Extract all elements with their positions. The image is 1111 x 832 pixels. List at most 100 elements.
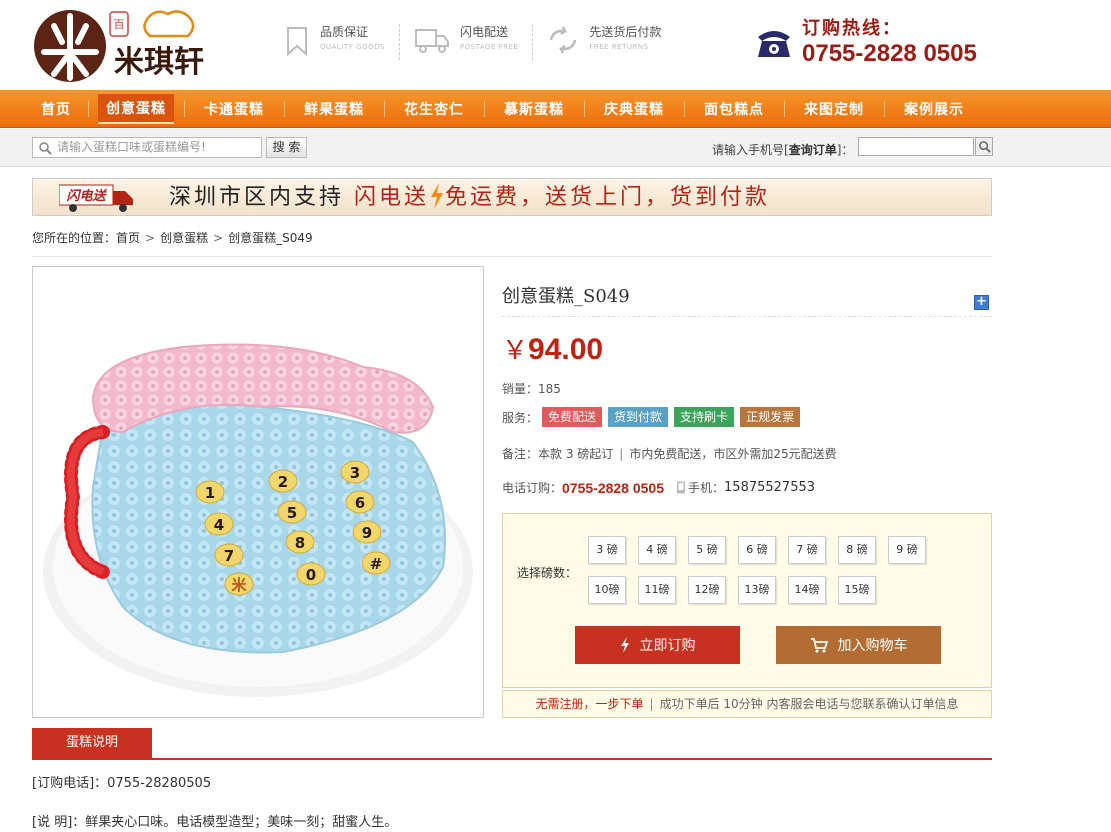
search-placeholder: 请输入蛋糕口味或蛋糕编号! [57, 140, 206, 154]
buy-now-button[interactable]: 立即订购 [575, 626, 740, 664]
exchange-icon [550, 26, 577, 54]
svg-text:2: 2 [278, 473, 288, 491]
svg-text:米琪轩: 米琪轩 [114, 45, 204, 80]
hotline: 订购热线： 0755-2828 0505 [754, 18, 977, 68]
order-box: 选择磅数： 3 磅 4 磅 5 磅 6 磅 7 磅 8 磅 9 磅 10磅 11… [502, 513, 992, 688]
product-image[interactable]: 1 2 3 4 5 6 7 8 9 米 0 # [32, 266, 484, 718]
hotline-label: 订购热线： [802, 18, 902, 39]
order-phone: 0755-2828 0505 [562, 479, 665, 496]
nav-item-bakery[interactable]: 面包糕点 [684, 90, 784, 128]
svg-text:8: 8 [295, 534, 305, 552]
sales-count: 185 [538, 382, 561, 396]
size-option-7[interactable]: 7 磅 [788, 536, 826, 564]
size-label: 选择磅数： [517, 566, 578, 580]
nav-item-home[interactable]: 首页 [24, 90, 88, 128]
feature-title: 先送货后付款 [589, 25, 662, 39]
size-option-8[interactable]: 8 磅 [838, 536, 876, 564]
size-option-15[interactable]: 15磅 [838, 576, 876, 604]
size-option-11[interactable]: 11磅 [638, 576, 676, 604]
svg-text:4: 4 [214, 516, 224, 534]
tab-cake-description[interactable]: 蛋糕说明 [32, 728, 152, 758]
feature-title: 品质保证 [320, 25, 369, 39]
delivery-banner: 闪电送 深圳市区内支持 闪电送 免运费，送货上门，货到付款 [32, 178, 992, 216]
lightning-icon [431, 183, 444, 209]
feature-subtitle: QUALITY GOODS [320, 43, 385, 51]
hotline-number: 0755-2828 0505 [802, 40, 977, 67]
svg-text:闪电送: 闪电送 [66, 188, 107, 204]
phone-row: 电话订购： 0755-2828 0505 手机： 15875527553 [502, 479, 816, 496]
svg-text:百: 百 [114, 18, 125, 31]
service-tag-free-delivery: 免费配送 [542, 407, 603, 427]
svg-text:3: 3 [350, 464, 360, 482]
size-option-3[interactable]: 3 磅 [588, 536, 626, 564]
order-query-label: 请输入手机号[查询订单]： [712, 143, 854, 157]
expand-icon[interactable]: + [974, 295, 989, 310]
search-button[interactable]: 搜 索 [266, 137, 307, 158]
cake-image: 1 2 3 4 5 6 7 8 9 米 0 # [43, 343, 473, 697]
order-query-button[interactable] [975, 137, 993, 156]
nav-item-fruit-cake[interactable]: 鲜果蛋糕 [284, 90, 384, 128]
description-phone: [订购电话]：0755-28280505 [32, 776, 212, 791]
size-option-4[interactable]: 4 磅 [638, 536, 676, 564]
nav-item-mousse-cake[interactable]: 慕斯蛋糕 [484, 90, 584, 128]
size-option-6[interactable]: 6 磅 [738, 536, 776, 564]
feature-payment: 先送货后付款 FREE RETURNS [547, 24, 675, 60]
service-tag-card: 支持刷卡 [674, 407, 735, 427]
size-option-12[interactable]: 12磅 [688, 576, 726, 604]
mobile-icon [677, 481, 686, 494]
feature-title: 闪电配送 [459, 25, 508, 39]
banner-text: 深圳市区内支持 闪电送 免运费，送货上门，货到付款 [169, 183, 771, 210]
svg-text:6: 6 [355, 494, 365, 512]
site-header: 百 米琪轩 品质保证 QUALITY GOODS 闪电配送 POSTAGE FREE… [0, 0, 1111, 90]
main-nav: 首页 创意蛋糕 卡通蛋糕 鲜果蛋糕 花生杏仁 慕斯蛋糕 庆典蛋糕 面包糕点 来图… [0, 90, 1111, 128]
size-option-13[interactable]: 13磅 [738, 576, 776, 604]
brand-logo[interactable]: 百 米琪轩 [32, 6, 237, 84]
size-option-10[interactable]: 10磅 [588, 576, 626, 604]
search-input[interactable]: 请输入蛋糕口味或蛋糕编号! [32, 137, 262, 158]
service-tag-invoice: 正规发票 [740, 407, 801, 427]
size-option-5[interactable]: 5 磅 [688, 536, 726, 564]
add-to-cart-button[interactable]: 加入购物车 [776, 626, 941, 664]
feature-quality: 品质保证 QUALITY GOODS [284, 24, 400, 60]
search-icon [979, 141, 991, 153]
svg-text:1: 1 [205, 484, 215, 502]
size-option-14[interactable]: 14磅 [788, 576, 826, 604]
svg-text:9: 9 [362, 524, 372, 542]
feature-subtitle: FREE RETURNS [589, 43, 649, 51]
svg-text:0: 0 [306, 566, 316, 584]
service-tag-cod: 货到付款 [608, 407, 669, 427]
nav-item-celebration-cake[interactable]: 庆典蛋糕 [584, 90, 684, 128]
feature-subtitle: POSTAGE FREE [459, 43, 519, 51]
svg-text:#: # [370, 555, 383, 573]
cart-icon [810, 638, 828, 653]
product-title: 创意蛋糕_S049 [502, 286, 630, 307]
note-row: 备注：本款 3 磅起订 | 市内免费配送，市区外需加25元配送费 [502, 447, 837, 461]
sales-row: 销量：185 [502, 382, 561, 396]
delivery-truck-icon: 闪电送 [59, 184, 133, 212]
breadcrumb-current: 创意蛋糕_S049 [228, 231, 313, 245]
order-note: 无需注册，一步下单 | 成功下单后 10分钟 内客服会电话与您联系确认订单信息 [502, 690, 992, 718]
order-query-input[interactable] [858, 137, 974, 156]
breadcrumb: 您所在的位置：首页 > 创意蛋糕 > 创意蛋糕_S049 [32, 229, 992, 257]
svg-text:米: 米 [231, 576, 247, 594]
breadcrumb-category[interactable]: 创意蛋糕 [160, 231, 208, 245]
search-bar: 请输入蛋糕口味或蛋糕编号! 搜 索 请输入手机号[查询订单]： [0, 129, 1111, 167]
truck-icon [414, 29, 449, 53]
size-option-9[interactable]: 9 磅 [888, 536, 926, 564]
telephone-icon [758, 31, 790, 57]
service-features: 品质保证 QUALITY GOODS 闪电配送 POSTAGE FREE 先送货后付… [284, 24, 689, 60]
mobile-number: 15875527553 [724, 480, 816, 495]
nav-item-cases[interactable]: 案例展示 [884, 90, 984, 128]
product-price: ￥94.00 [502, 333, 604, 366]
svg-text:5: 5 [287, 504, 297, 522]
nav-item-peanut-almond[interactable]: 花生杏仁 [384, 90, 484, 128]
feature-delivery: 闪电配送 POSTAGE FREE [414, 24, 534, 60]
bookmark-icon [287, 27, 307, 56]
nav-item-cartoon-cake[interactable]: 卡通蛋糕 [184, 90, 284, 128]
breadcrumb-home[interactable]: 首页 [116, 231, 140, 245]
lightning-icon [620, 637, 629, 653]
svg-text:7: 7 [224, 547, 234, 565]
nav-item-creative-cake[interactable]: 创意蛋糕 [88, 90, 184, 128]
service-row: 服务： 免费配送 货到付款 支持刷卡 正规发票 [502, 407, 806, 427]
nav-item-custom-order[interactable]: 来图定制 [784, 90, 884, 128]
